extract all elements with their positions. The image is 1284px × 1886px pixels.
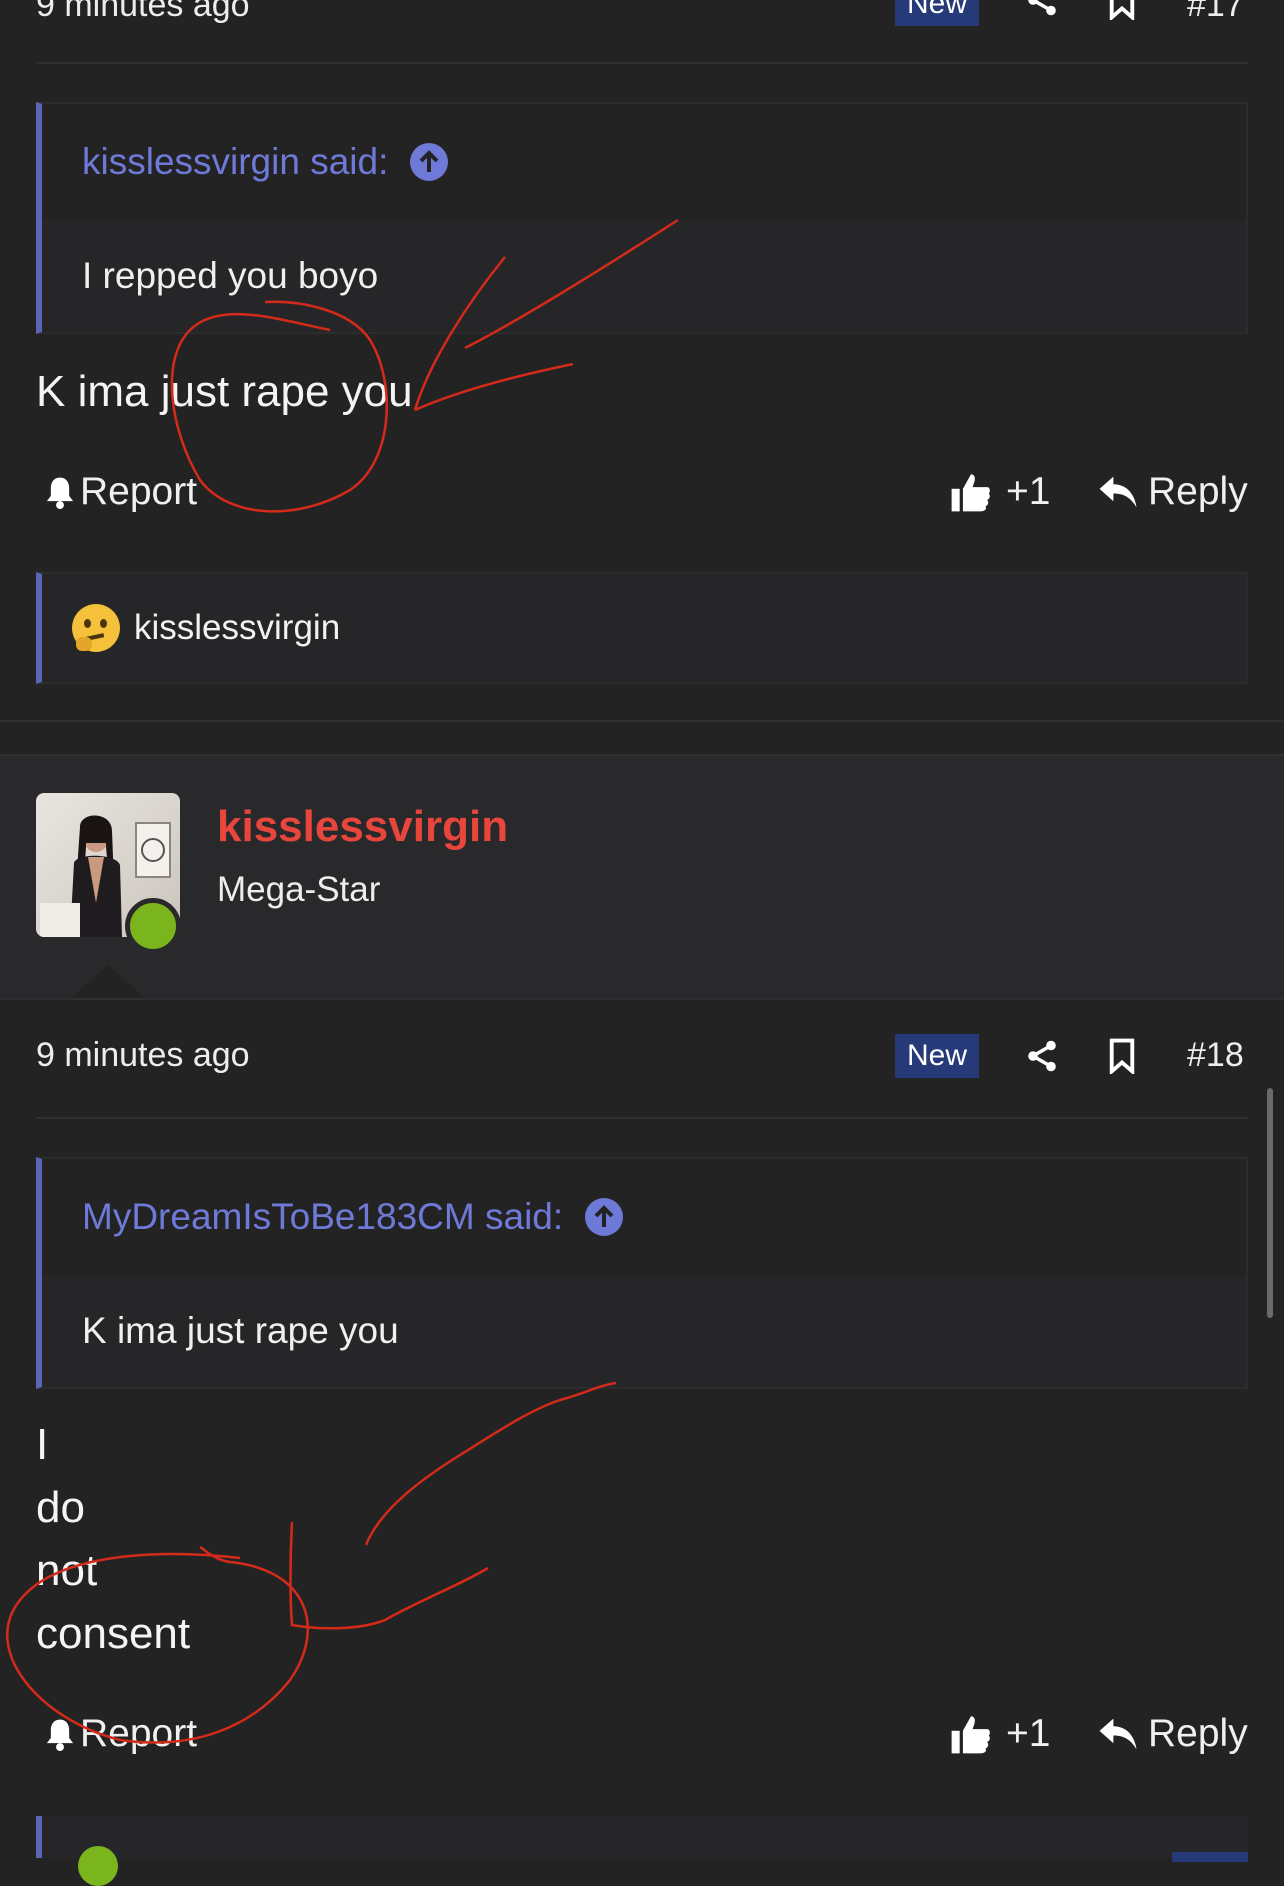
divider — [36, 62, 1248, 64]
scrollbar[interactable] — [1267, 1088, 1273, 1318]
like-button[interactable]: +1 — [950, 470, 1050, 514]
bell-icon — [46, 477, 74, 509]
user-header: kisslessvirgin Mega-Star — [0, 754, 1284, 1000]
header-pointer — [72, 964, 144, 998]
post-line: consent — [36, 1609, 191, 1658]
arrow-up-circle-icon[interactable] — [410, 143, 449, 181]
report-button[interactable]: Report — [44, 470, 197, 514]
divider — [36, 1117, 1248, 1119]
reply-label: Reply — [1148, 1712, 1248, 1755]
username[interactable]: kisslessvirgin — [217, 802, 508, 852]
quote-text: I repped you boyo — [82, 255, 379, 296]
online-status-dot — [125, 898, 181, 954]
quote-author[interactable]: MyDreamIsToBe183CM said: — [82, 1196, 563, 1238]
bookmark-icon[interactable] — [1106, 1038, 1138, 1079]
post-line: do — [36, 1483, 85, 1532]
reply-label: Reply — [1148, 470, 1248, 513]
reply-icon — [1099, 476, 1137, 508]
like-button[interactable]: +1 — [950, 1712, 1050, 1756]
post-time: 9 minutes ago — [36, 1036, 250, 1074]
reaction-bar[interactable]: kisslessvirgin — [36, 572, 1248, 684]
quote-header[interactable]: MyDreamIsToBe183CM said: — [42, 1159, 1246, 1275]
new-badge: New — [895, 0, 980, 26]
next-new-badge — [1172, 1852, 1248, 1862]
next-quote-block — [36, 1816, 1248, 1886]
post-line: not — [36, 1546, 98, 1595]
quote-header[interactable]: kisslessvirgin said: — [42, 104, 1246, 220]
reply-button[interactable]: Reply — [1098, 1712, 1248, 1756]
post-body: K ima just rape you — [36, 367, 413, 416]
report-label: Report — [80, 1712, 198, 1755]
quote-block: kisslessvirgin said: I repped you boyo — [36, 102, 1248, 334]
post-number[interactable]: #17 — [1187, 0, 1244, 25]
arrow-up-circle-icon[interactable] — [585, 1198, 624, 1236]
post-separator — [0, 720, 1284, 722]
post-number[interactable]: #18 — [1187, 1036, 1244, 1075]
report-button[interactable]: Report — [44, 1712, 197, 1756]
quote-block: MyDreamIsToBe183CM said: K ima just rape… — [36, 1157, 1248, 1389]
thinking-face-emoji — [72, 604, 120, 652]
quote-text: K ima just rape you — [82, 1310, 399, 1351]
next-avatar-dot — [78, 1846, 118, 1886]
bell-icon — [46, 1719, 74, 1751]
reply-button[interactable]: Reply — [1098, 470, 1248, 514]
share-icon[interactable] — [1024, 0, 1060, 23]
user-title: Mega-Star — [217, 870, 381, 909]
post-line: I — [36, 1420, 49, 1469]
thumbs-up-icon — [951, 1716, 990, 1754]
reaction-user[interactable]: kisslessvirgin — [134, 608, 340, 648]
share-icon[interactable] — [1024, 1038, 1060, 1079]
post-time: 9 minutes ago — [36, 0, 250, 24]
like-count: +1 — [1006, 470, 1051, 513]
bookmark-icon[interactable] — [1106, 0, 1138, 25]
post-body: I do not consent — [36, 1413, 190, 1665]
new-badge: New — [895, 1034, 980, 1078]
thumbs-up-icon — [951, 474, 990, 512]
report-label: Report — [80, 470, 198, 513]
annotation-arrow — [289, 1381, 617, 1630]
like-count: +1 — [1006, 1712, 1051, 1755]
quote-author[interactable]: kisslessvirgin said: — [82, 141, 388, 183]
reply-icon — [1099, 1718, 1137, 1750]
